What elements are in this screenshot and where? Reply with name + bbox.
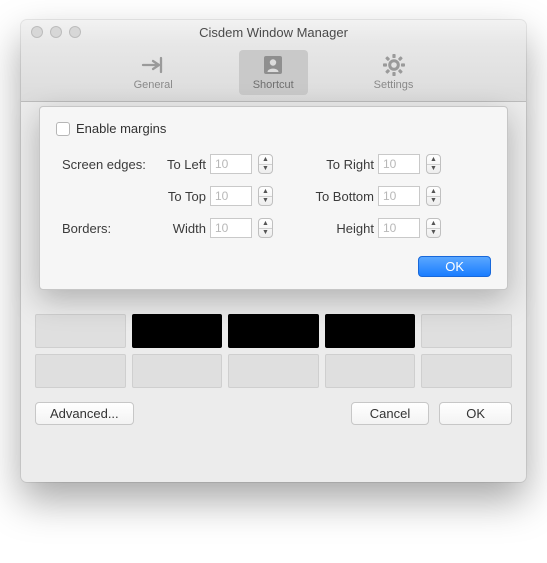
layout-grid-area: Advanced... Cancel OK	[35, 314, 512, 425]
to-right-stepper[interactable]: ▲▼	[426, 154, 441, 174]
dialog-button-row: OK	[56, 256, 491, 277]
grid-cell[interactable]	[132, 354, 223, 388]
ok-button[interactable]: OK	[439, 402, 512, 425]
traffic-lights	[21, 26, 81, 38]
screen-edges-label: Screen edges:	[62, 157, 154, 172]
tab-label: Shortcut	[253, 79, 294, 91]
grid-cell[interactable]	[421, 314, 512, 348]
chevron-up-icon: ▲	[259, 155, 272, 165]
border-height-stepper[interactable]: ▲▼	[426, 218, 441, 238]
enable-margins-checkbox[interactable]	[56, 122, 70, 136]
gear-icon	[380, 53, 408, 77]
margins-form: Screen edges: To Left ▲▼ To Right ▲▼ To …	[56, 154, 491, 238]
layout-grid	[35, 314, 512, 388]
to-top-label: To Top	[154, 189, 210, 204]
chevron-up-icon: ▲	[427, 187, 440, 197]
border-height-input[interactable]	[378, 218, 420, 238]
to-right-input[interactable]	[378, 154, 420, 174]
general-icon	[139, 53, 167, 77]
tab-shortcut[interactable]: Shortcut	[239, 50, 308, 95]
shortcut-icon	[259, 53, 287, 77]
window-title: Cisdem Window Manager	[21, 25, 526, 40]
to-left-stepper[interactable]: ▲▼	[258, 154, 273, 174]
zoom-window-button[interactable]	[69, 26, 81, 38]
enable-margins-row: Enable margins	[56, 121, 491, 136]
chevron-down-icon: ▼	[259, 229, 272, 238]
grid-cell[interactable]	[325, 314, 416, 348]
bottom-button-row: Advanced... Cancel OK	[35, 402, 512, 425]
to-bottom-label: To Bottom	[308, 189, 378, 204]
chevron-down-icon: ▼	[427, 165, 440, 174]
dialog-ok-button[interactable]: OK	[418, 256, 491, 277]
grid-cell[interactable]	[132, 314, 223, 348]
width-label: Width	[154, 221, 210, 236]
border-width-input[interactable]	[210, 218, 252, 238]
chevron-down-icon: ▼	[259, 165, 272, 174]
grid-cell[interactable]	[35, 314, 126, 348]
margins-dialog: Enable margins Screen edges: To Left ▲▼ …	[39, 106, 508, 290]
height-label: Height	[308, 221, 378, 236]
to-left-label: To Left	[154, 157, 210, 172]
grid-cell[interactable]	[228, 314, 319, 348]
preferences-window: Cisdem Window Manager General Shortcut	[21, 20, 526, 482]
chevron-up-icon: ▲	[427, 219, 440, 229]
cancel-button[interactable]: Cancel	[351, 402, 429, 425]
to-left-input[interactable]	[210, 154, 252, 174]
close-window-button[interactable]	[31, 26, 43, 38]
border-width-stepper[interactable]: ▲▼	[258, 218, 273, 238]
chevron-down-icon: ▼	[427, 229, 440, 238]
to-top-stepper[interactable]: ▲▼	[258, 186, 273, 206]
tab-settings[interactable]: Settings	[360, 50, 428, 95]
toolbar: General Shortcut	[21, 44, 526, 102]
borders-label: Borders:	[62, 221, 154, 236]
content-area: Advanced... Cancel OK Enable margins Scr…	[21, 102, 526, 482]
chevron-up-icon: ▲	[427, 155, 440, 165]
chevron-down-icon: ▼	[259, 197, 272, 206]
tab-label: General	[134, 79, 173, 91]
to-top-input[interactable]	[210, 186, 252, 206]
chevron-up-icon: ▲	[259, 187, 272, 197]
titlebar: Cisdem Window Manager	[21, 20, 526, 44]
to-right-label: To Right	[308, 157, 378, 172]
to-bottom-stepper[interactable]: ▲▼	[426, 186, 441, 206]
to-bottom-input[interactable]	[378, 186, 420, 206]
grid-cell[interactable]	[421, 354, 512, 388]
tab-label: Settings	[374, 79, 414, 91]
advanced-button[interactable]: Advanced...	[35, 402, 134, 425]
chevron-up-icon: ▲	[259, 219, 272, 229]
minimize-window-button[interactable]	[50, 26, 62, 38]
grid-cell[interactable]	[228, 354, 319, 388]
chevron-down-icon: ▼	[427, 197, 440, 206]
tab-general[interactable]: General	[120, 50, 187, 95]
enable-margins-label: Enable margins	[76, 121, 166, 136]
grid-cell[interactable]	[35, 354, 126, 388]
grid-cell[interactable]	[325, 354, 416, 388]
